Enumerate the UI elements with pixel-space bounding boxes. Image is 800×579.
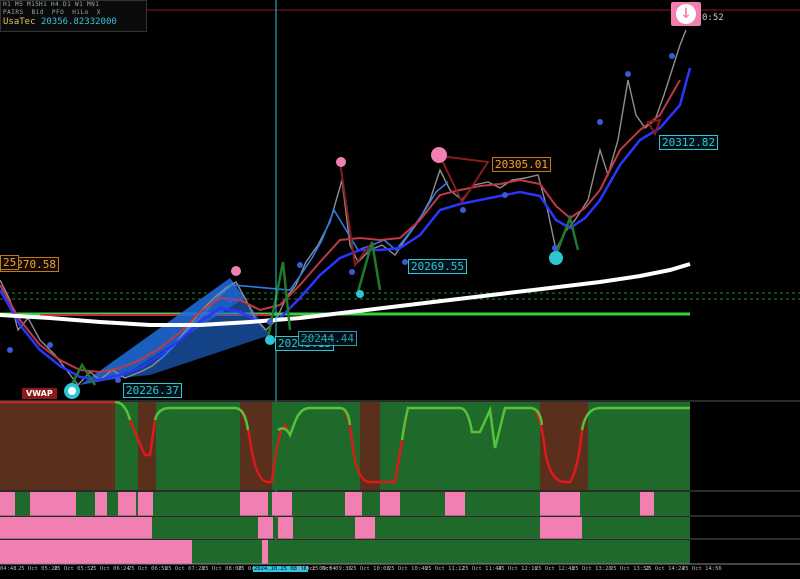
cyan-dot-2: [549, 251, 563, 265]
x-tick: 25 Oct 14:24: [645, 566, 685, 572]
x-tick: 25 Oct 10:40: [388, 566, 428, 572]
x-tick: 25 Oct 14:56: [682, 566, 722, 572]
price-chart[interactable]: [0, 0, 800, 579]
arrow-down-icon: ↓: [676, 4, 696, 24]
symbol-overlap: 332000: [84, 17, 117, 27]
x-tick: 04:48: [0, 566, 17, 572]
price-label-20269: 20269.55: [408, 259, 467, 274]
green-zigzag-2: [266, 261, 292, 339]
red-triangle-small: [646, 118, 662, 137]
x-tick: 25 Oct 07:28: [165, 566, 205, 572]
cyan-dot-3: [265, 335, 275, 345]
price-label-20305: 20305.01: [492, 157, 551, 172]
symbol-info-panel[interactable]: H1 M5 M15H1 H4 D1 W1 MN1 PAIRS Bid PFO HiLo X UsaT…: [0, 0, 147, 32]
timeframe-m5[interactable]: M5: [15, 1, 27, 8]
cyan-dot-1-inner: [68, 387, 76, 395]
timeframe-h4[interactable]: H4: [51, 1, 63, 8]
x-tick: 25 Oct 12:16: [498, 566, 538, 572]
timeframe-h1[interactable]: H1: [3, 1, 15, 8]
red-triangle: [438, 154, 490, 205]
price-label-20244: 20244.44: [298, 331, 357, 346]
price-label-20312: 20312.82: [659, 135, 718, 150]
x-tick: 25 Oct 12:48: [535, 566, 575, 572]
price-label-20226: 20226.37: [123, 383, 182, 398]
symbol-row[interactable]: UsaTec 20356.82332000: [3, 17, 117, 27]
x-tick: 25 Oct 06:24: [90, 566, 130, 572]
x-tick: 25 Oct 05:20: [18, 566, 58, 572]
timeframe-w1[interactable]: W1: [75, 1, 87, 8]
x-tick: 25 Oct 06:56: [128, 566, 168, 572]
timeframe-row: H1 M5 M15H1 H4 D1 W1 MN1: [3, 1, 99, 8]
x-tick: 25 Oct 13:20: [572, 566, 612, 572]
sell-signal-button[interactable]: ↓: [671, 2, 701, 26]
pink-dot-3: [431, 147, 447, 163]
red-zigzag: [339, 161, 371, 268]
col-pfo: PFO: [51, 9, 65, 16]
col-hilo: HiLo: [72, 9, 89, 16]
x-tick: 25 Oct 11:12: [425, 566, 465, 572]
x-tick: 25 Oct 05:52: [54, 566, 94, 572]
vwap-button[interactable]: VWAP: [22, 388, 57, 399]
price-label-25: 25: [0, 255, 20, 270]
x-tick: 25 Oct 11:44: [462, 566, 502, 572]
col-bid: Bid: [31, 9, 44, 16]
col-pairs: PAIRS: [3, 9, 24, 16]
cyan-dot-4: [356, 290, 364, 298]
countdown-clock: 0:52: [702, 13, 724, 23]
col-x: X: [96, 9, 101, 16]
x-tick: 25 Oct 13:52: [610, 566, 650, 572]
time-axis: 04:48 25 Oct 05:20 25 Oct 05:52 25 Oct 0…: [0, 564, 800, 579]
pink-dot-2: [336, 157, 346, 167]
columns-row: PAIRS Bid PFO HiLo X: [3, 9, 109, 16]
timeframe-d1[interactable]: D1: [63, 1, 75, 8]
x-tick: 25 Oct 08:00: [202, 566, 242, 572]
symbol-name: UsaTec: [3, 17, 36, 27]
x-tick: 25 Oct 10:08: [350, 566, 390, 572]
red-moving-average: [0, 79, 681, 374]
symbol-bid: 20356.82: [40, 17, 85, 27]
timeframe-h1b[interactable]: H1: [39, 1, 51, 8]
timeframe-mn1[interactable]: MN1: [87, 1, 99, 8]
x-tick: 25 Oct 09:36: [312, 566, 352, 572]
pink-dot-1: [231, 266, 241, 276]
timeframe-m15[interactable]: M15: [27, 1, 39, 8]
